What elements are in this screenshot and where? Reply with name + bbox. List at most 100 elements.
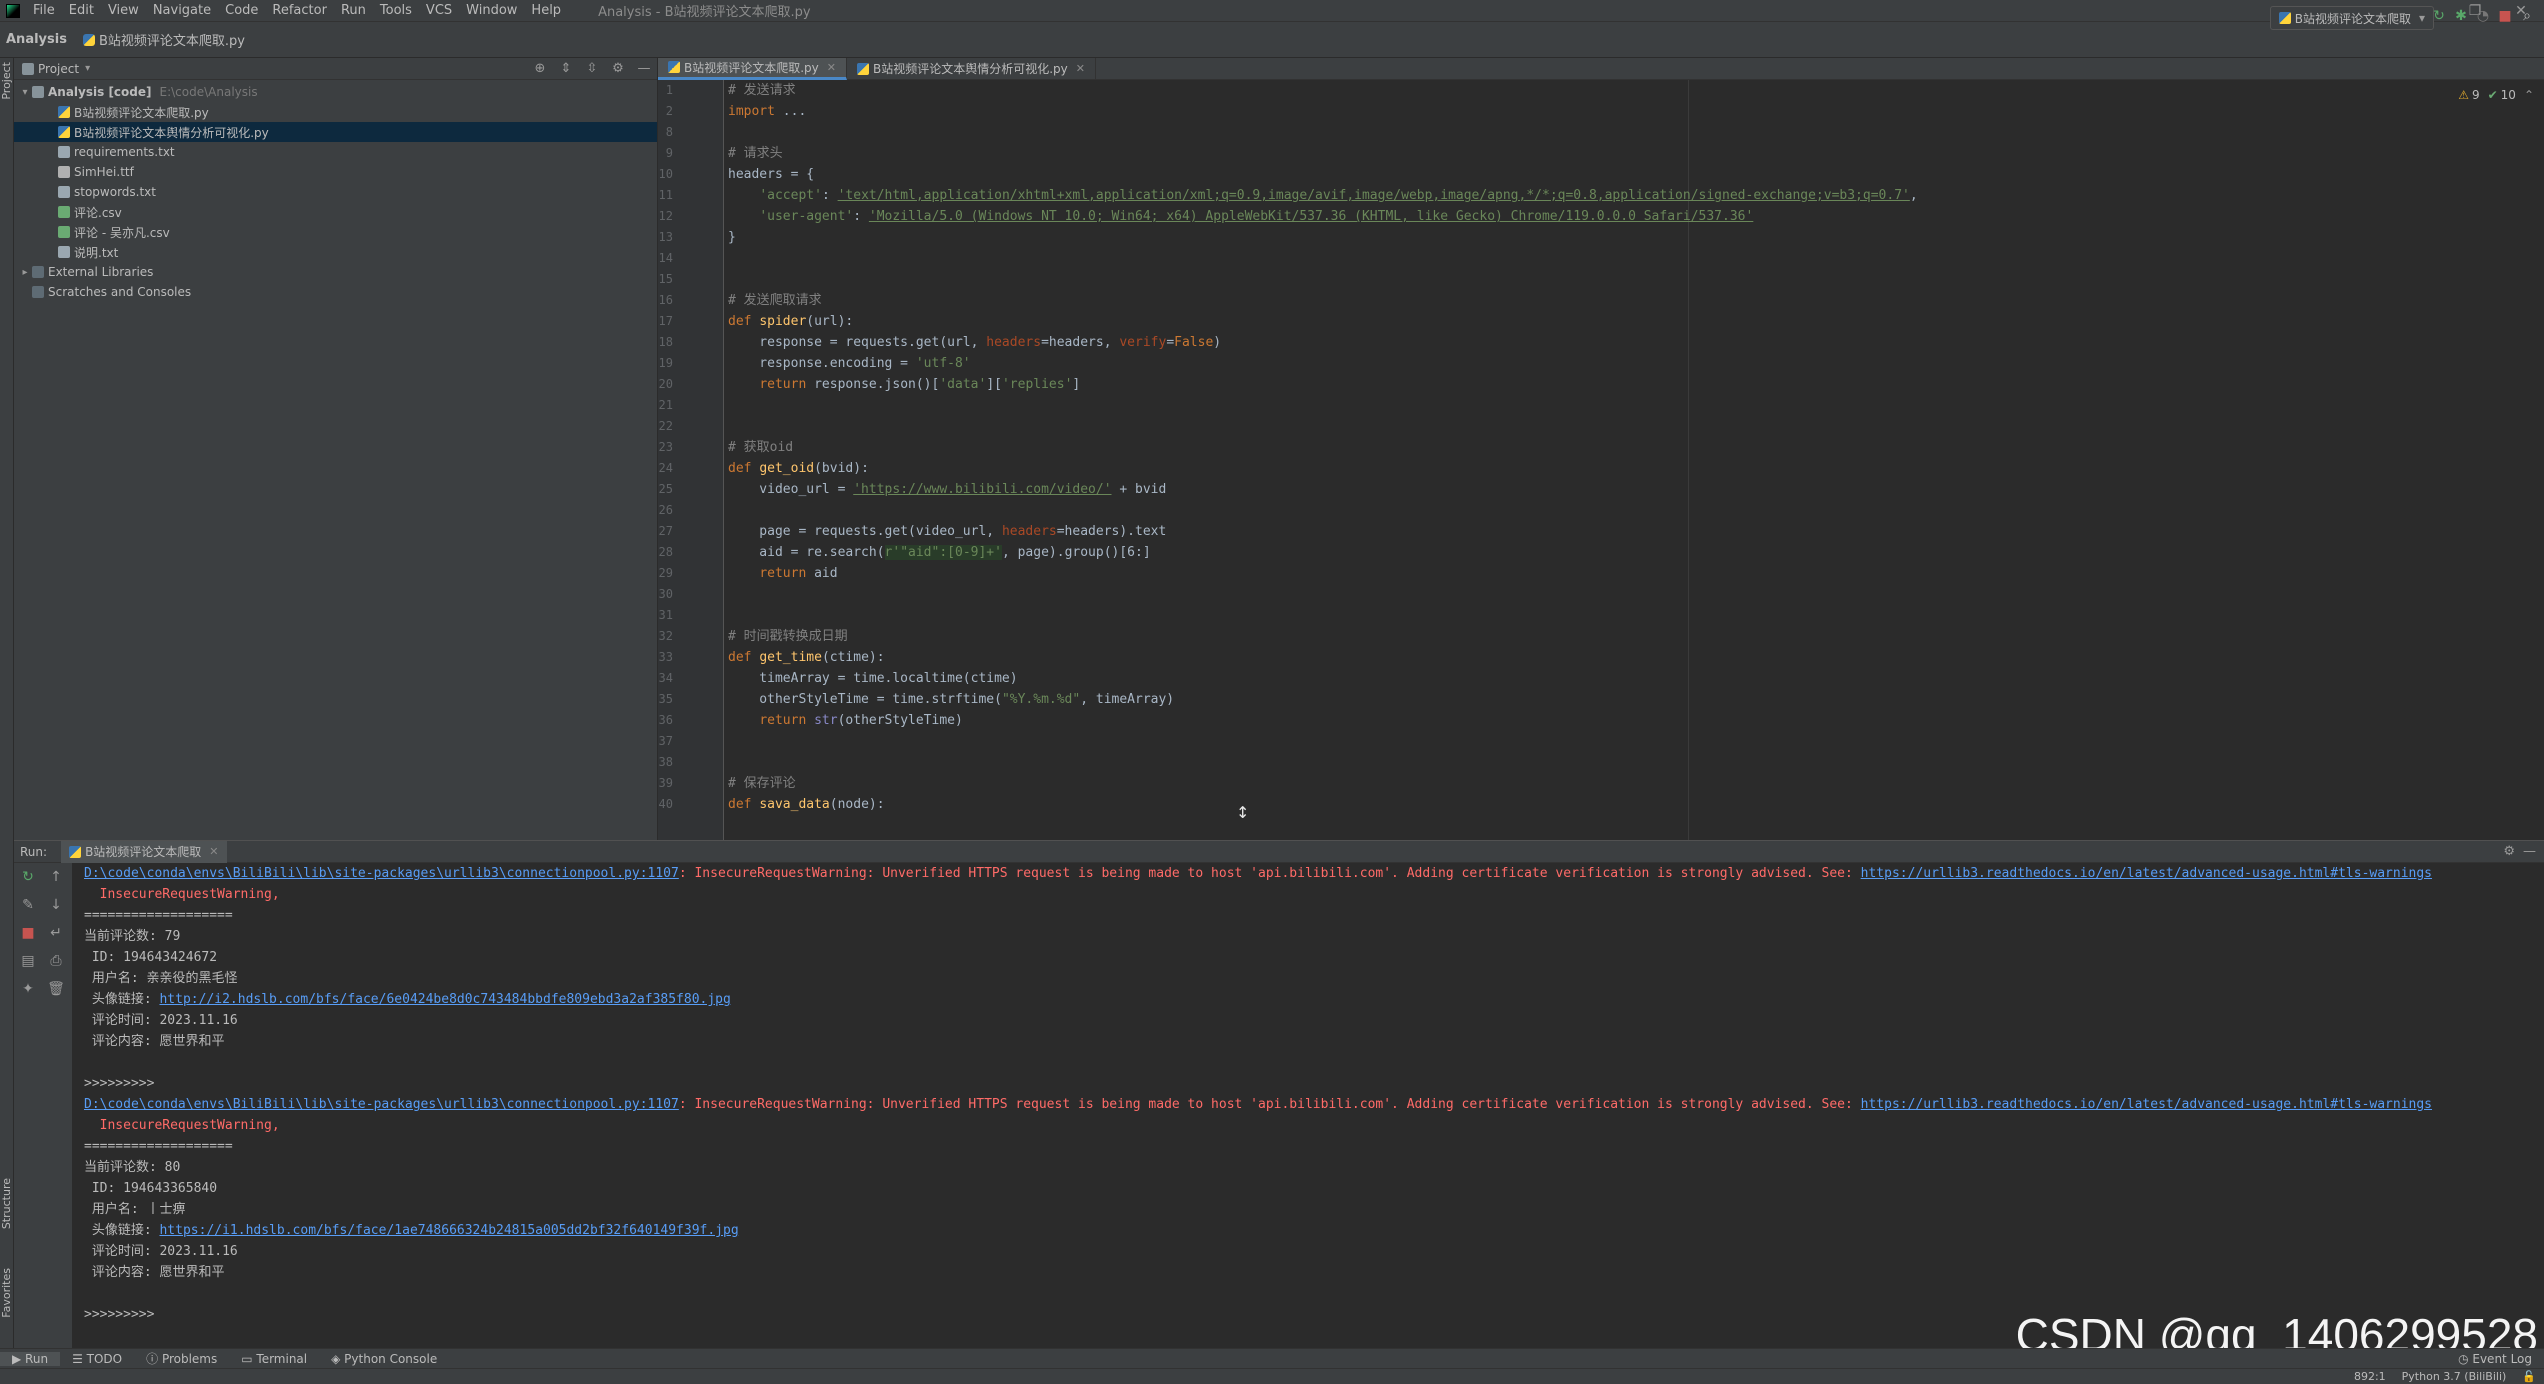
debug-icon[interactable]: ✱ bbox=[2450, 8, 2472, 24]
menu-view[interactable]: View bbox=[101, 0, 146, 22]
menu-tools[interactable]: Tools bbox=[373, 0, 419, 22]
close-icon[interactable]: ✕ bbox=[827, 61, 836, 74]
lock-icon[interactable]: 🔓 bbox=[2514, 1370, 2544, 1383]
code-content[interactable]: # 发送请求 import ... # 请求头 headers = { 'acc… bbox=[728, 80, 2528, 840]
console-url-link[interactable]: https://urllib3.readthedocs.io/en/latest… bbox=[1861, 866, 2432, 881]
todo-tool-button[interactable]: ☰ TODO bbox=[60, 1352, 134, 1366]
project-tree: ▾ Analysis [code] E:\code\Analysis B站视频评… bbox=[14, 80, 657, 302]
hide-icon[interactable]: — bbox=[2523, 844, 2536, 859]
trash-icon[interactable]: 🗑 bbox=[42, 975, 70, 1003]
tree-file[interactable]: SimHei.ttf bbox=[14, 162, 657, 182]
structure-tool-window-label[interactable]: Structure bbox=[0, 1178, 13, 1229]
tree-scratches[interactable]: Scratches and Consoles bbox=[14, 282, 657, 302]
breadcrumb-file[interactable]: B站视频评论文本爬取.py bbox=[99, 30, 245, 49]
interpreter-status[interactable]: Python 3.7 (BiliBili) bbox=[2394, 1370, 2515, 1383]
code-comment: # 保存评论 bbox=[728, 776, 796, 791]
console-line: D:\code\conda\envs\BiliBili\lib\site-pac… bbox=[84, 1094, 2534, 1115]
soft-wrap-icon[interactable]: ↵ bbox=[42, 919, 70, 947]
project-panel-title[interactable]: Project bbox=[38, 62, 79, 76]
python-console-tool-button[interactable]: ◈ Python Console bbox=[319, 1352, 449, 1366]
tree-file-selected[interactable]: B站视频评论文本舆情分析可视化.py bbox=[14, 122, 657, 142]
python-console-tool-label: Python Console bbox=[344, 1351, 438, 1366]
tree-external-libraries[interactable]: ▸ External Libraries bbox=[14, 262, 657, 282]
arrow-up-icon[interactable]: ↑ bbox=[42, 863, 70, 891]
gear-icon[interactable]: ⚙ bbox=[2503, 844, 2515, 859]
project-tool-window-label[interactable]: Project bbox=[0, 62, 13, 100]
expand-all-icon[interactable]: ⇕ bbox=[553, 61, 579, 76]
code-text: otherStyleTime = time.strftime( bbox=[728, 692, 1002, 707]
console-line: 当前评论数: 79 bbox=[84, 929, 181, 944]
editor-tab-label: B站视频评论文本爬取.py bbox=[684, 60, 819, 75]
tree-file[interactable]: B站视频评论文本爬取.py bbox=[14, 102, 657, 122]
menu-vcs[interactable]: VCS bbox=[419, 0, 459, 22]
search-icon[interactable]: ⌕ bbox=[2516, 8, 2538, 24]
menu-help[interactable]: Help bbox=[524, 0, 568, 22]
console-line: D:\code\conda\envs\BiliBili\lib\site-pac… bbox=[84, 863, 2534, 884]
chevron-down-icon[interactable]: ▾ bbox=[18, 87, 32, 98]
console-url-link[interactable]: https://i1.hdslb.com/bfs/face/1ae7486663… bbox=[159, 1223, 738, 1238]
run-tool-button[interactable]: ▶ Run bbox=[0, 1351, 61, 1366]
close-icon[interactable]: ✕ bbox=[1076, 62, 1085, 75]
pin-icon[interactable]: ✦ bbox=[14, 975, 42, 1003]
tree-file[interactable]: stopwords.txt bbox=[14, 182, 657, 202]
favorites-tool-window-label[interactable]: Favorites bbox=[0, 1268, 13, 1318]
console-line: 头像链接: https://i1.hdslb.com/bfs/face/1ae7… bbox=[84, 1220, 2534, 1241]
menu-file[interactable]: File bbox=[26, 0, 62, 22]
line-number: 39 bbox=[658, 776, 673, 790]
line-number: 2 bbox=[665, 104, 673, 118]
locate-icon[interactable]: ⊕ bbox=[527, 61, 553, 76]
warning-count: 9 bbox=[2471, 88, 2480, 102]
chevron-up-icon[interactable]: ⌃ bbox=[2524, 88, 2534, 102]
code-string: 'text/html,application/xhtml+xml,applica… bbox=[837, 188, 1910, 203]
hide-icon[interactable]: — bbox=[631, 61, 657, 76]
caret-position[interactable]: 892:1 bbox=[2346, 1370, 2394, 1383]
wrench-icon[interactable]: ✎ bbox=[14, 891, 42, 919]
menu-refactor[interactable]: Refactor bbox=[265, 0, 334, 22]
code-line: response.encoding = 'utf-8' bbox=[728, 353, 2528, 374]
stop-icon[interactable]: ■ bbox=[2494, 8, 2516, 24]
close-icon[interactable]: ✕ bbox=[209, 845, 218, 858]
rerun-icon[interactable]: ↻ bbox=[14, 863, 42, 891]
run-configuration-select[interactable]: B站视频评论文本爬取 ▾ bbox=[2269, 6, 2434, 30]
chevron-down-icon[interactable]: ▾ bbox=[85, 63, 90, 74]
problems-tool-button[interactable]: ⓘ Problems bbox=[134, 1350, 229, 1367]
run-tab[interactable]: B站视频评论文本爬取 ✕ bbox=[61, 840, 227, 863]
print-icon[interactable]: ⎙ bbox=[42, 947, 70, 975]
layout-icon[interactable]: ▤ bbox=[14, 947, 42, 975]
inspection-widget[interactable]: ⚠ 9 ✔ 10 ⌃ bbox=[2458, 88, 2534, 102]
console-file-link[interactable]: D:\code\conda\envs\BiliBili\lib\site-pac… bbox=[84, 866, 679, 881]
menu-code[interactable]: Code bbox=[218, 0, 265, 22]
console-line: ID: 194643424672 bbox=[84, 950, 218, 965]
terminal-tool-button[interactable]: ▭ Terminal bbox=[229, 1352, 319, 1366]
python-file-icon bbox=[668, 61, 680, 73]
breadcrumb-project[interactable]: Analysis bbox=[0, 32, 73, 47]
menu-edit[interactable]: Edit bbox=[62, 0, 101, 22]
console-output[interactable]: D:\code\conda\envs\BiliBili\lib\site-pac… bbox=[84, 863, 2534, 1349]
tree-root[interactable]: ▾ Analysis [code] E:\code\Analysis bbox=[14, 82, 657, 102]
event-log-button[interactable]: ◷ Event Log bbox=[2446, 1352, 2544, 1366]
collapse-all-icon[interactable]: ⇳ bbox=[579, 61, 605, 76]
tree-file-label: 评论.csv bbox=[74, 205, 122, 220]
menu-run[interactable]: Run bbox=[334, 0, 373, 22]
chevron-right-icon[interactable]: ▸ bbox=[18, 267, 32, 278]
menu-navigate[interactable]: Navigate bbox=[146, 0, 218, 22]
editor-tab-active[interactable]: B站视频评论文本爬取.py ✕ bbox=[658, 57, 847, 80]
console-file-link[interactable]: D:\code\conda\envs\BiliBili\lib\site-pac… bbox=[84, 1097, 679, 1112]
console-url-link[interactable]: http://i2.hdslb.com/bfs/face/6e0424be8d0… bbox=[159, 992, 730, 1007]
code-keyword: return bbox=[759, 377, 807, 392]
gear-icon[interactable]: ⚙ bbox=[605, 61, 631, 76]
stop-icon[interactable]: ■ bbox=[14, 919, 42, 947]
coverage-icon[interactable]: ◔ bbox=[2472, 8, 2494, 24]
tree-file[interactable]: 评论 - 吴亦凡.csv bbox=[14, 222, 657, 242]
tree-file[interactable]: requirements.txt bbox=[14, 142, 657, 162]
tree-file[interactable]: 说明.txt bbox=[14, 242, 657, 262]
arrow-down-icon[interactable]: ↓ bbox=[42, 891, 70, 919]
console-line: =================== bbox=[84, 1139, 233, 1154]
console-url-link[interactable]: https://urllib3.readthedocs.io/en/latest… bbox=[1861, 1097, 2432, 1112]
tree-file[interactable]: 评论.csv bbox=[14, 202, 657, 222]
line-number: 28 bbox=[658, 545, 673, 559]
editor-tab[interactable]: B站视频评论文本舆情分析可视化.py ✕ bbox=[847, 57, 1096, 80]
rerun-icon[interactable]: ↻ bbox=[2428, 8, 2450, 24]
menu-window[interactable]: Window bbox=[459, 0, 524, 22]
